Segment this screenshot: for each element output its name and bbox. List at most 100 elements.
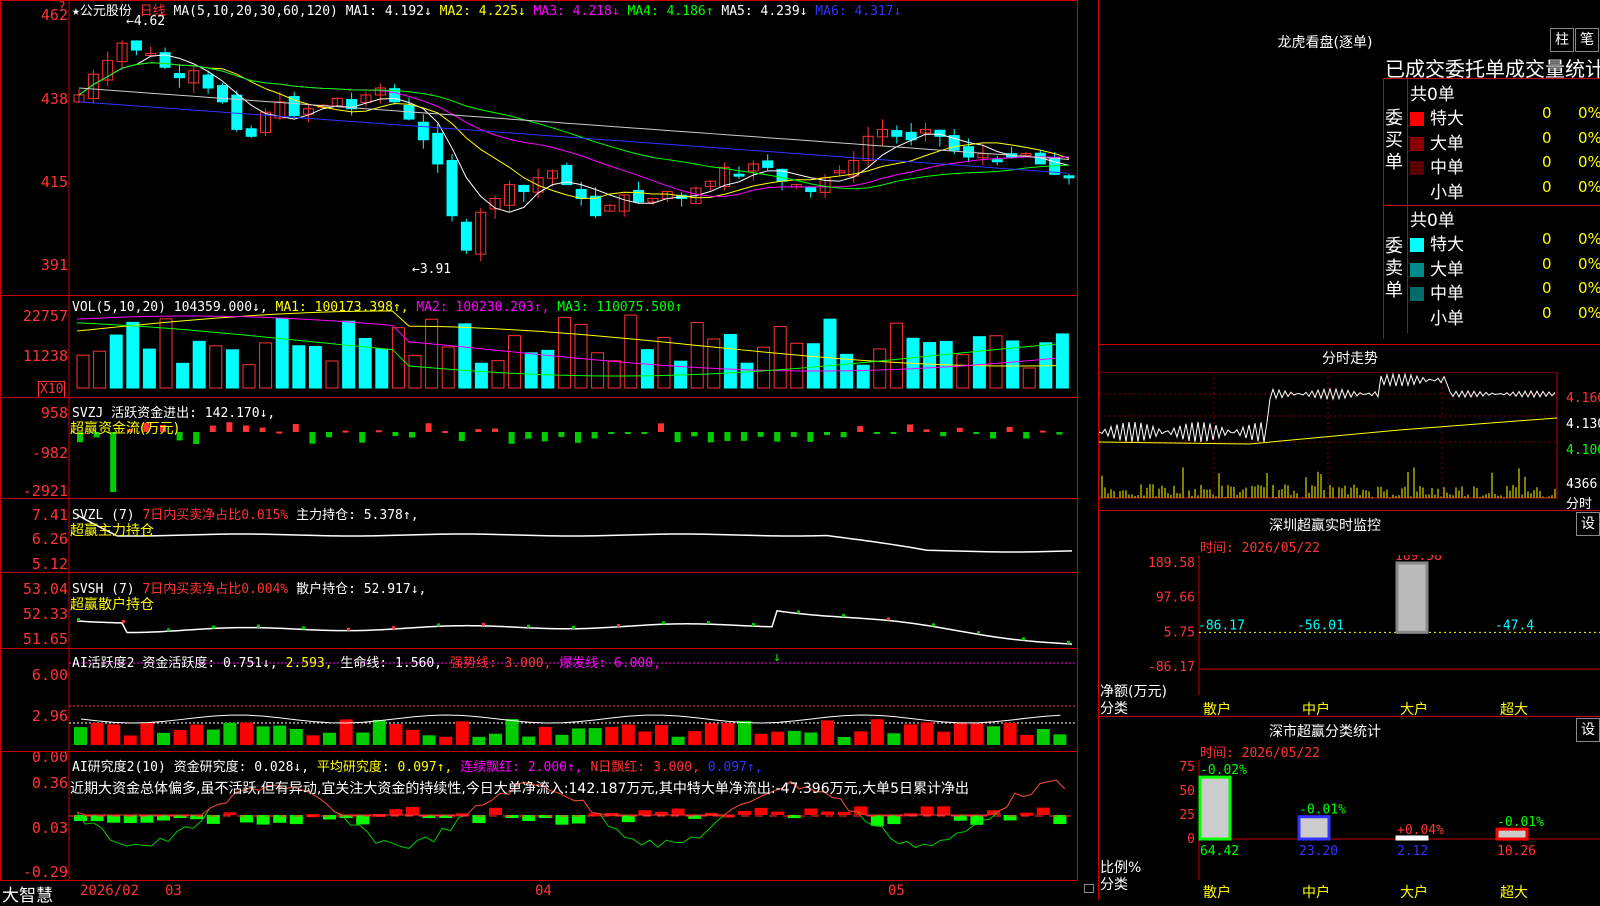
classify-delta-2: +0.04% [1397, 823, 1444, 838]
brand-label: 大智慧 [2, 886, 53, 906]
svzj-bar [326, 432, 332, 438]
ai1-bar [489, 733, 502, 745]
monitor-value-1: -56.01 [1297, 618, 1344, 633]
sell-name-3: 小单 [1430, 308, 1464, 329]
vol-ma2: MA2: 100230.203↑, [416, 300, 550, 315]
buy-row-1: 大单 0 0% [1410, 128, 1600, 154]
classify-bar-1 [1297, 815, 1331, 841]
ai1-bar [439, 736, 453, 745]
sell-row-1: 大单 0 0% [1410, 254, 1600, 280]
classify-cat-0: 散户 [1203, 885, 1231, 901]
fenshi-chart[interactable] [1099, 372, 1600, 510]
low-label: ←3.91 [412, 262, 452, 277]
sell-pct-0: 0% [1578, 230, 1600, 248]
classify-y-tick-0: 75 [1179, 760, 1195, 775]
ai1-bar [920, 722, 934, 745]
svzj-bar [807, 432, 814, 442]
ai1-bar [389, 723, 403, 745]
ai1-bar [854, 731, 868, 745]
fenshi-vol: 4366 [1566, 477, 1598, 492]
fenshi-panel[interactable] [1099, 372, 1600, 510]
ai2-bar [854, 806, 868, 815]
vol-bar [640, 349, 654, 389]
buy-count-1: 0 [1542, 128, 1552, 147]
bar-view-button[interactable]: 柱 [1550, 28, 1574, 52]
vol-bar [126, 321, 140, 389]
ai1-bar [937, 731, 951, 745]
classify-title: 深市超赢分类统计 [1269, 724, 1381, 740]
kline-chart[interactable] [1, 1, 1077, 295]
vol-bar [889, 322, 903, 389]
ai1-bar [821, 720, 834, 745]
fenshi-frame [1099, 372, 1558, 499]
vol-bar [790, 342, 804, 389]
ai1-bar [240, 722, 253, 745]
classify-delta-3: -0.01% [1497, 815, 1544, 830]
x-label-2: 04 [535, 883, 552, 899]
ma-values: MA1: 4.192↓ MA2: 4.225↓ MA3: 4.218↓ MA4:… [346, 4, 902, 19]
vol-bar [856, 364, 870, 389]
x-label-3: 05 [888, 883, 905, 899]
classify-delta-1: -0.01% [1299, 803, 1346, 818]
vol-bar [192, 340, 206, 389]
classify-y-tick-2: 25 [1179, 808, 1195, 823]
ai2-v3: 连续飘红: 2.000↑, [460, 760, 583, 775]
ma-line-60 [78, 87, 1070, 160]
sell-pct-2: 0% [1578, 279, 1600, 297]
svsh-dot [887, 617, 890, 621]
tick-view-button[interactable]: 笔 [1575, 28, 1599, 52]
vol-bar [142, 348, 156, 389]
ai1-bar [522, 736, 536, 745]
sell-count-2: 0 [1542, 279, 1552, 297]
svsh-dot [572, 625, 575, 629]
ai1-v3: 生命线: 1.560, [340, 656, 443, 671]
candle-body [733, 173, 745, 177]
ai2-y-tick-0: 0.36 [31, 774, 68, 792]
classify-chart: 75 50 25 0 -0.02% 64.42 -0.01% 23.20 +0.04% 2.12 -… [1179, 760, 1600, 880]
lock-icon[interactable] [1084, 884, 1094, 893]
ai2-title: AI研究度2(10) [72, 760, 166, 775]
svzj-bar [907, 424, 913, 432]
svzj-bar [990, 432, 996, 439]
ai1-bar [372, 719, 386, 745]
buy-count-3: 0 [1542, 177, 1552, 196]
classify-xlabel: 分类 [1100, 877, 1128, 893]
svsh-dot [752, 623, 755, 627]
monitor-panel: 189.58 97.66 5.75 -86.17 -86.17 -56.01 189.58-… [1099, 555, 1600, 715]
sell-row-0: 特大 0 0% [1410, 230, 1600, 255]
svzj-bar [575, 432, 581, 443]
ai1-v4: 强势线: 3.000, [449, 656, 552, 671]
candle-body [446, 160, 458, 217]
ai1-bar [472, 736, 486, 745]
monitor-settings-button[interactable]: 设 [1576, 512, 1600, 536]
sell-pct-1: 0% [1578, 254, 1600, 273]
vol-bar [242, 364, 256, 389]
svzj-bar [624, 432, 631, 434]
svsh-dot [707, 621, 710, 625]
monitor-top-line [1099, 510, 1600, 511]
classify-settings-button[interactable]: 设 [1576, 718, 1600, 742]
kline-pane[interactable] [0, 0, 1078, 296]
buy-row-2: 中单 0 0% [1410, 153, 1600, 178]
svzj-bar [458, 432, 465, 441]
sell-swatch-1 [1410, 262, 1424, 277]
sell-name-2: 中单 [1430, 284, 1464, 304]
classify-value-2: 2.12 [1397, 844, 1428, 859]
vol-bar [989, 335, 1003, 389]
svzj-bar [1056, 432, 1063, 435]
svsh-dot [977, 631, 980, 635]
ma-header: MA(5,10,20,30,60,120) [173, 4, 338, 19]
ai1-bar [804, 732, 818, 745]
ai1-bar [223, 722, 237, 745]
ai2-bar [754, 807, 768, 815]
vol-bar [225, 349, 239, 389]
ai1-bar [1053, 734, 1067, 745]
svzl-y-tick-0: 7.41 [31, 506, 68, 524]
svzj-bar [409, 432, 415, 438]
svzl-sub: 超赢主力持仓 [70, 523, 154, 539]
vol-ma3: MA3: 110075.500↑ [557, 300, 683, 315]
sell-count-1: 0 [1542, 254, 1552, 273]
monitor-y-tick-2: 5.75 [1164, 625, 1195, 640]
svsh-dot [392, 626, 395, 630]
ai1-bar [588, 728, 602, 745]
